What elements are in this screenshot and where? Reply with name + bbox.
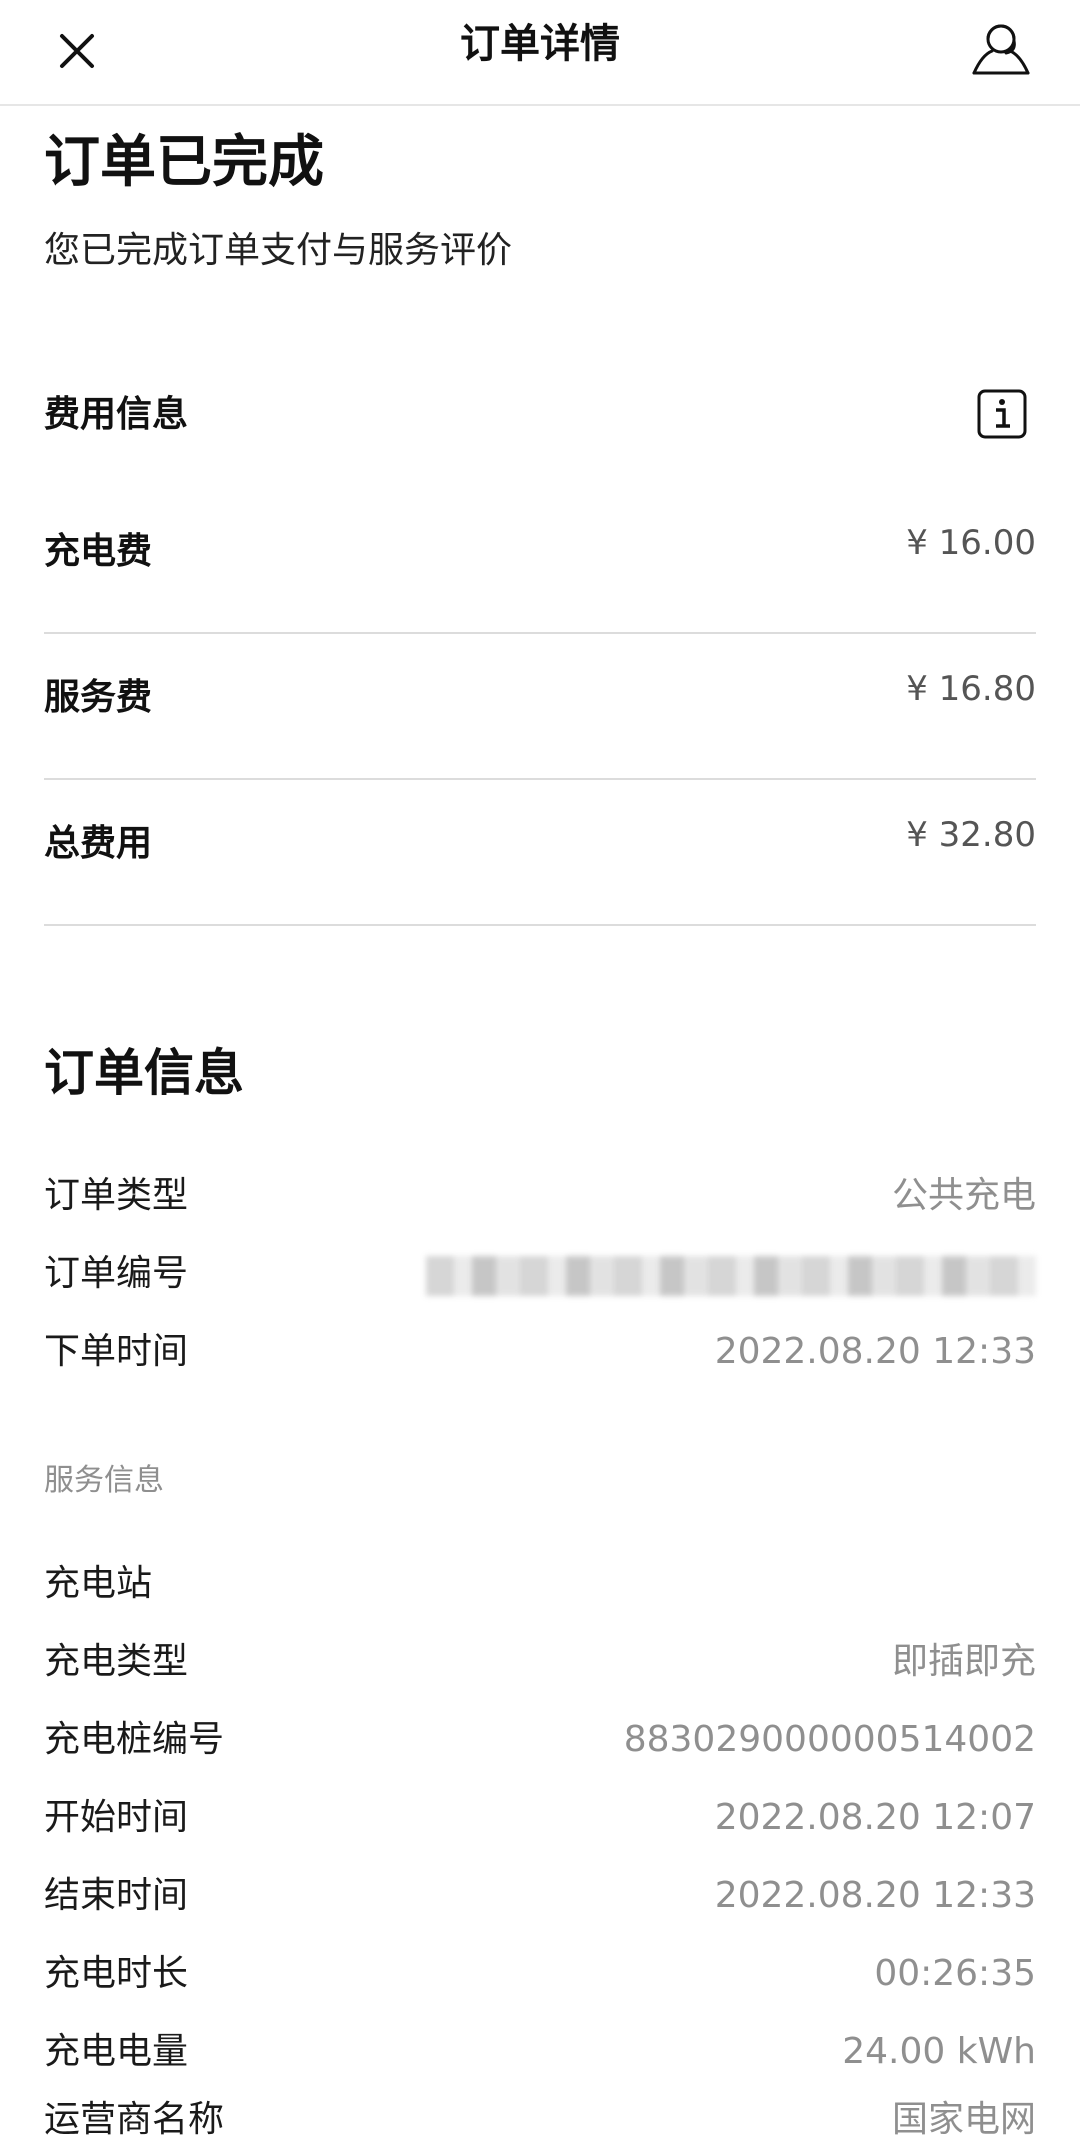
order-info-heading: 订单信息 xyxy=(44,1044,244,1102)
start-time-value: 2022.08.20 12:07 xyxy=(714,1797,1036,1838)
charger-number-label: 充电桩编号 xyxy=(44,1719,225,1760)
order-status-title: 订单已完成 xyxy=(44,130,324,195)
order-number-label: 订单编号 xyxy=(44,1253,189,1294)
service-info-heading: 服务信息 xyxy=(44,1463,164,1498)
end-time-label: 结束时间 xyxy=(44,1875,189,1916)
order-number-row: 订单编号 xyxy=(44,1244,1036,1304)
info-icon xyxy=(977,389,1027,439)
charging-energy-label: 充电电量 xyxy=(44,2031,189,2072)
operator-name-label: 运营商名称 xyxy=(44,2099,225,2140)
end-time-value: 2022.08.20 12:33 xyxy=(714,1875,1036,1916)
charger-number-row: 充电桩编号 883029000000514002 xyxy=(44,1710,1036,1770)
order-time-row: 下单时间 2022.08.20 12:33 xyxy=(44,1322,1036,1382)
start-time-row: 开始时间 2022.08.20 12:07 xyxy=(44,1788,1036,1848)
order-type-label: 订单类型 xyxy=(44,1175,189,1216)
charging-duration-label: 充电时长 xyxy=(44,1953,189,1994)
charging-type-label: 充电类型 xyxy=(44,1641,189,1682)
fee-label: 服务费 xyxy=(44,677,153,718)
end-time-row: 结束时间 2022.08.20 12:33 xyxy=(44,1866,1036,1926)
customer-service-icon xyxy=(972,24,1030,75)
charging-type-value: 即插即充 xyxy=(891,1641,1036,1682)
order-time-label: 下单时间 xyxy=(44,1331,189,1372)
order-type-row: 订单类型 公共充电 xyxy=(44,1166,1036,1226)
fee-row-service: 服务费 ¥ 16.80 xyxy=(44,634,1036,780)
order-type-value: 公共充电 xyxy=(891,1175,1036,1216)
charging-duration-value: 00:26:35 xyxy=(874,1953,1036,1994)
fee-value: ¥ 16.00 xyxy=(906,523,1036,563)
fee-value: ¥ 32.80 xyxy=(906,815,1036,855)
charging-energy-row: 充电电量 24.00 kWh xyxy=(44,2022,1036,2082)
fee-info-button[interactable] xyxy=(976,388,1028,440)
operator-name-value: 国家电网 xyxy=(891,2099,1036,2140)
charger-number-value: 883029000000514002 xyxy=(623,1719,1036,1760)
fee-label: 充电费 xyxy=(44,531,153,572)
charging-type-row: 充电类型 即插即充 xyxy=(44,1632,1036,1692)
customer-service-button[interactable] xyxy=(966,14,1036,84)
operator-name-row: 运营商名称 国家电网 xyxy=(44,2090,1036,2150)
fee-row-charging: 充电费 ¥ 16.00 xyxy=(44,488,1036,634)
order-status-subtitle: 您已完成订单支付与服务评价 xyxy=(44,230,513,271)
order-number-redacted xyxy=(426,1256,1036,1296)
fee-section-heading: 费用信息 xyxy=(44,394,189,435)
charging-station-row: 充电站 xyxy=(44,1554,1036,1614)
start-time-label: 开始时间 xyxy=(44,1797,189,1838)
charging-energy-value: 24.00 kWh xyxy=(842,2031,1036,2072)
charging-station-label: 充电站 xyxy=(44,1563,153,1604)
charging-duration-row: 充电时长 00:26:35 xyxy=(44,1944,1036,2004)
fee-value: ¥ 16.80 xyxy=(906,669,1036,709)
fee-row-total: 总费用 ¥ 32.80 xyxy=(44,780,1036,926)
top-navigation-bar: 订单详情 xyxy=(0,0,1080,106)
order-time-value: 2022.08.20 12:33 xyxy=(714,1331,1036,1372)
page-title: 订单详情 xyxy=(460,21,620,67)
fee-label: 总费用 xyxy=(44,823,153,864)
